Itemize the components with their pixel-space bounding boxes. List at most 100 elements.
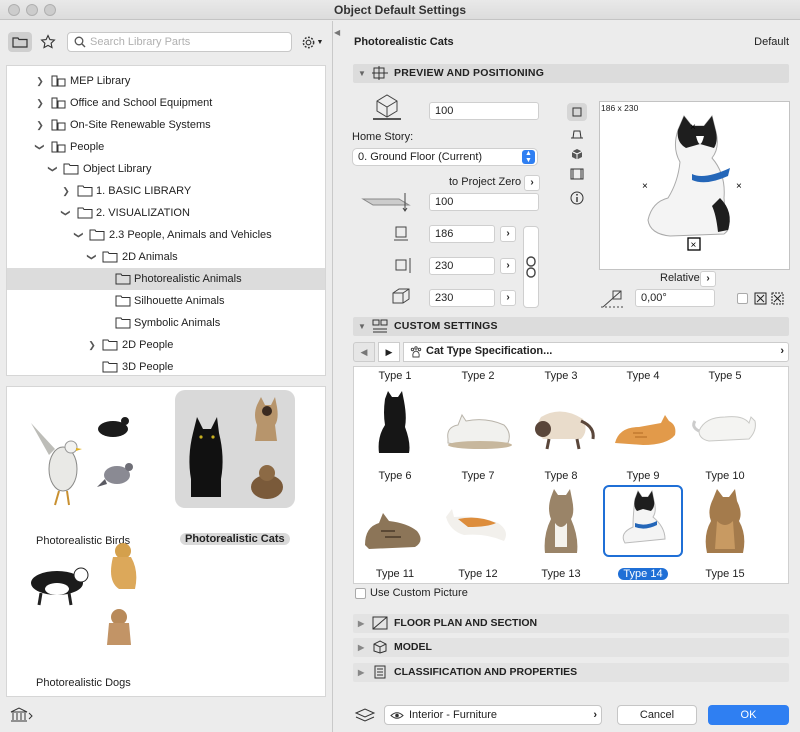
section-preview-positioning[interactable]: ▼ PREVIEW AND POSITIONING bbox=[353, 64, 789, 83]
tree-item-basic-library[interactable]: ❯ 1. BASIC LIBRARY bbox=[7, 180, 325, 202]
section-title: CLASSIFICATION AND PROPERTIES bbox=[394, 666, 578, 678]
cat-type-3[interactable] bbox=[521, 387, 601, 459]
favorites-button[interactable] bbox=[36, 32, 60, 52]
chevron-down-icon[interactable]: ❯ bbox=[29, 142, 51, 152]
tree-item-label: Office and School Equipment bbox=[70, 97, 213, 109]
project-zero-menu-button[interactable]: › bbox=[524, 175, 540, 191]
tree-item-silhouette-animals[interactable]: Silhouette Animals bbox=[7, 290, 325, 312]
tree-item-label: Symbolic Animals bbox=[134, 317, 221, 329]
section-model[interactable]: ▶ MODEL bbox=[353, 638, 789, 657]
folder-icon bbox=[77, 207, 93, 219]
window-titlebar: Object Default Settings bbox=[0, 0, 800, 20]
tree-item-label: Object Library bbox=[83, 163, 152, 175]
depth-field[interactable]: 230 bbox=[429, 289, 495, 307]
cat-type-5[interactable] bbox=[685, 387, 765, 459]
section-floor-plan[interactable]: ▶ FLOOR PLAN AND SECTION bbox=[353, 614, 789, 633]
chevron-right-icon[interactable]: ❯ bbox=[35, 114, 45, 136]
chevron-right-icon[interactable]: ❯ bbox=[35, 70, 45, 92]
view-3d-button[interactable] bbox=[567, 145, 587, 163]
stepper-arrows-icon: ▲ ▼ bbox=[522, 150, 535, 164]
type-label: Type 3 bbox=[544, 370, 578, 382]
section-classification[interactable]: ▶ CLASSIFICATION AND PROPERTIES bbox=[353, 663, 789, 682]
collapse-panel-icon[interactable]: ◀ bbox=[334, 28, 340, 37]
next-page-button[interactable]: ▶ bbox=[378, 342, 400, 362]
width-field[interactable]: 186 bbox=[429, 225, 495, 243]
cat-type-6[interactable] bbox=[355, 487, 435, 559]
height-menu-button[interactable]: › bbox=[500, 258, 516, 274]
library-manager-button[interactable] bbox=[8, 705, 34, 725]
folder-icon bbox=[102, 339, 118, 351]
tree-item-photorealistic-animals[interactable]: Photorealistic Animals bbox=[7, 268, 325, 290]
cat-type-9[interactable] bbox=[603, 485, 683, 557]
to-project-zero-label: to Project Zero bbox=[449, 176, 522, 188]
view-2d-button[interactable] bbox=[567, 103, 587, 121]
gallery-item-cats[interactable]: Photorealistic Cats bbox=[167, 387, 327, 545]
tree-item-people-animals-vehicles[interactable]: ❯ 2.3 People, Animals and Vehicles bbox=[7, 224, 325, 246]
folder-view-button[interactable] bbox=[8, 32, 32, 52]
search-input[interactable] bbox=[90, 35, 285, 49]
cat-type-1[interactable] bbox=[355, 387, 435, 459]
chevron-right-icon[interactable]: ❯ bbox=[61, 180, 71, 202]
gear-icon bbox=[302, 36, 314, 48]
object-preview[interactable]: 186 x 230 × × × × bbox=[599, 101, 790, 270]
width-menu-button[interactable]: › bbox=[500, 226, 516, 242]
elevation-field[interactable]: 100 bbox=[429, 102, 539, 120]
type-label: Type 13 bbox=[541, 568, 581, 580]
view-filmstrip-button[interactable] bbox=[567, 165, 587, 183]
tree-item-visualization[interactable]: ❯ 2. VISUALIZATION bbox=[7, 202, 325, 224]
chevron-right-icon[interactable]: ❯ bbox=[87, 334, 97, 356]
chevron-down-icon[interactable]: ❯ bbox=[42, 164, 64, 174]
cat-type-8[interactable] bbox=[521, 487, 601, 559]
depth-menu-button[interactable]: › bbox=[500, 290, 516, 306]
dogs-thumbnail bbox=[31, 543, 137, 645]
previous-page-button[interactable]: ◀ bbox=[353, 342, 375, 362]
section-custom-settings[interactable]: ▼ CUSTOM SETTINGS bbox=[353, 317, 789, 336]
ok-button[interactable]: OK bbox=[708, 705, 789, 725]
svg-text:×: × bbox=[690, 122, 696, 133]
tree-item-symbolic-animals[interactable]: Symbolic Animals bbox=[7, 312, 325, 334]
zoom-window-button[interactable] bbox=[44, 4, 56, 16]
tree-item-people[interactable]: ❯ People bbox=[7, 136, 325, 158]
close-window-button[interactable] bbox=[8, 4, 20, 16]
chevron-down-icon[interactable]: ❯ bbox=[68, 230, 90, 240]
layer-value: Interior - Furniture bbox=[409, 709, 498, 721]
home-story-select[interactable]: 0. Ground Floor (Current) ▲ ▼ bbox=[352, 148, 538, 166]
angle-field[interactable]: 0,00° bbox=[635, 289, 715, 307]
search-box[interactable] bbox=[67, 32, 292, 52]
panel-splitter[interactable] bbox=[0, 376, 333, 386]
height-icon bbox=[395, 258, 411, 273]
cancel-button[interactable]: Cancel bbox=[617, 705, 697, 725]
minimize-window-button[interactable] bbox=[26, 4, 38, 16]
orange-white-cat-image bbox=[446, 509, 506, 541]
chevron-down-icon[interactable]: ❯ bbox=[81, 252, 103, 262]
project-zero-icon bbox=[361, 193, 411, 212]
cat-type-4[interactable] bbox=[603, 387, 683, 459]
height-field[interactable]: 230 bbox=[429, 257, 495, 275]
chevron-right-icon[interactable]: ❯ bbox=[35, 92, 45, 114]
gallery-item-birds[interactable]: Photorealistic Birds bbox=[7, 387, 167, 547]
tree-item-3d-people[interactable]: 3D People bbox=[7, 356, 325, 375]
tree-item-renewable[interactable]: ❯ On-Site Renewable Systems bbox=[7, 114, 325, 136]
cat-type-7[interactable] bbox=[438, 487, 518, 559]
page-select[interactable]: Cat Type Specification... › bbox=[403, 342, 789, 362]
use-custom-picture-checkbox[interactable] bbox=[355, 588, 366, 599]
cat-type-10[interactable] bbox=[685, 487, 765, 559]
info-button[interactable] bbox=[567, 189, 587, 207]
proportion-lock-button[interactable] bbox=[523, 226, 539, 308]
cat-type-2[interactable] bbox=[438, 387, 518, 459]
tree-item-object-library[interactable]: ❯ Object Library bbox=[7, 158, 325, 180]
relative-menu-button[interactable]: › bbox=[700, 271, 716, 287]
tree-item-2d-animals[interactable]: ❯ 2D Animals bbox=[7, 246, 325, 268]
tree-item-2d-people[interactable]: ❯ 2D People bbox=[7, 334, 325, 356]
mirror-checkbox[interactable] bbox=[737, 293, 748, 304]
tree-item-office-school[interactable]: ❯ Office and School Equipment bbox=[7, 92, 325, 114]
view-section-button[interactable] bbox=[567, 125, 587, 143]
chevron-down-icon[interactable]: ❯ bbox=[55, 208, 77, 218]
layer-select[interactable]: Interior - Furniture › bbox=[384, 705, 602, 725]
page-title: Cat Type Specification... bbox=[426, 345, 553, 357]
tree-item-mep-library[interactable]: ❯ MEP Library bbox=[7, 70, 325, 92]
folder-icon bbox=[102, 361, 118, 373]
library-settings-button[interactable]: ▼ bbox=[297, 32, 327, 52]
gallery-item-dogs[interactable]: Photorealistic Dogs bbox=[7, 537, 167, 689]
project-zero-field[interactable]: 100 bbox=[429, 193, 539, 211]
